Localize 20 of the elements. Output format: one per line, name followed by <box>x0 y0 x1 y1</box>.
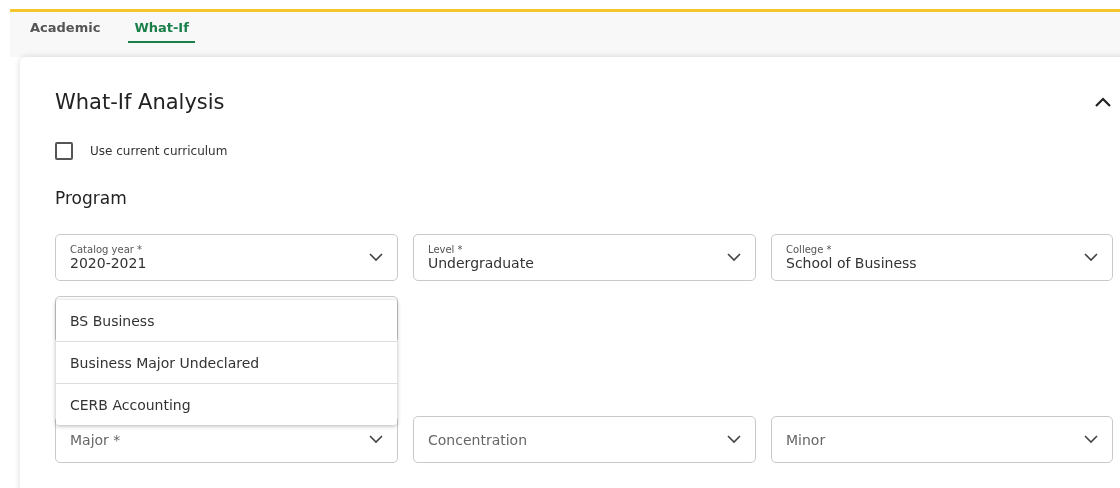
chevron-icon[interactable] <box>1094 96 1112 108</box>
chevron-icon <box>369 435 383 444</box>
menu-option[interactable]: Business Major Undeclared <box>56 341 397 383</box>
chevron-icon <box>727 253 741 262</box>
section-title: Program <box>55 188 128 208</box>
menu-option[interactable]: BS Business <box>56 300 397 341</box>
chevron-icon <box>1084 253 1098 262</box>
chevron-icon <box>1084 435 1098 444</box>
checkbox[interactable] <box>55 142 73 160</box>
dropdown-field[interactable]: Concentration <box>413 416 756 463</box>
tab[interactable]: Academic <box>24 12 107 43</box>
dropdown-field[interactable]: College * School of Business <box>771 234 1113 281</box>
dropdown-field[interactable]: Minor <box>771 416 1113 463</box>
checkbox-label: Use current curriculum <box>90 144 228 158</box>
dropdown-field[interactable]: Level * Undergraduate <box>413 234 756 281</box>
panel-title: What-If Analysis <box>55 90 225 114</box>
chevron-icon <box>727 435 741 444</box>
chevron-icon <box>369 253 383 262</box>
dropdown-field[interactable]: Catalog year * 2020-2021 <box>55 234 398 281</box>
tab[interactable]: What-If <box>128 12 195 43</box>
